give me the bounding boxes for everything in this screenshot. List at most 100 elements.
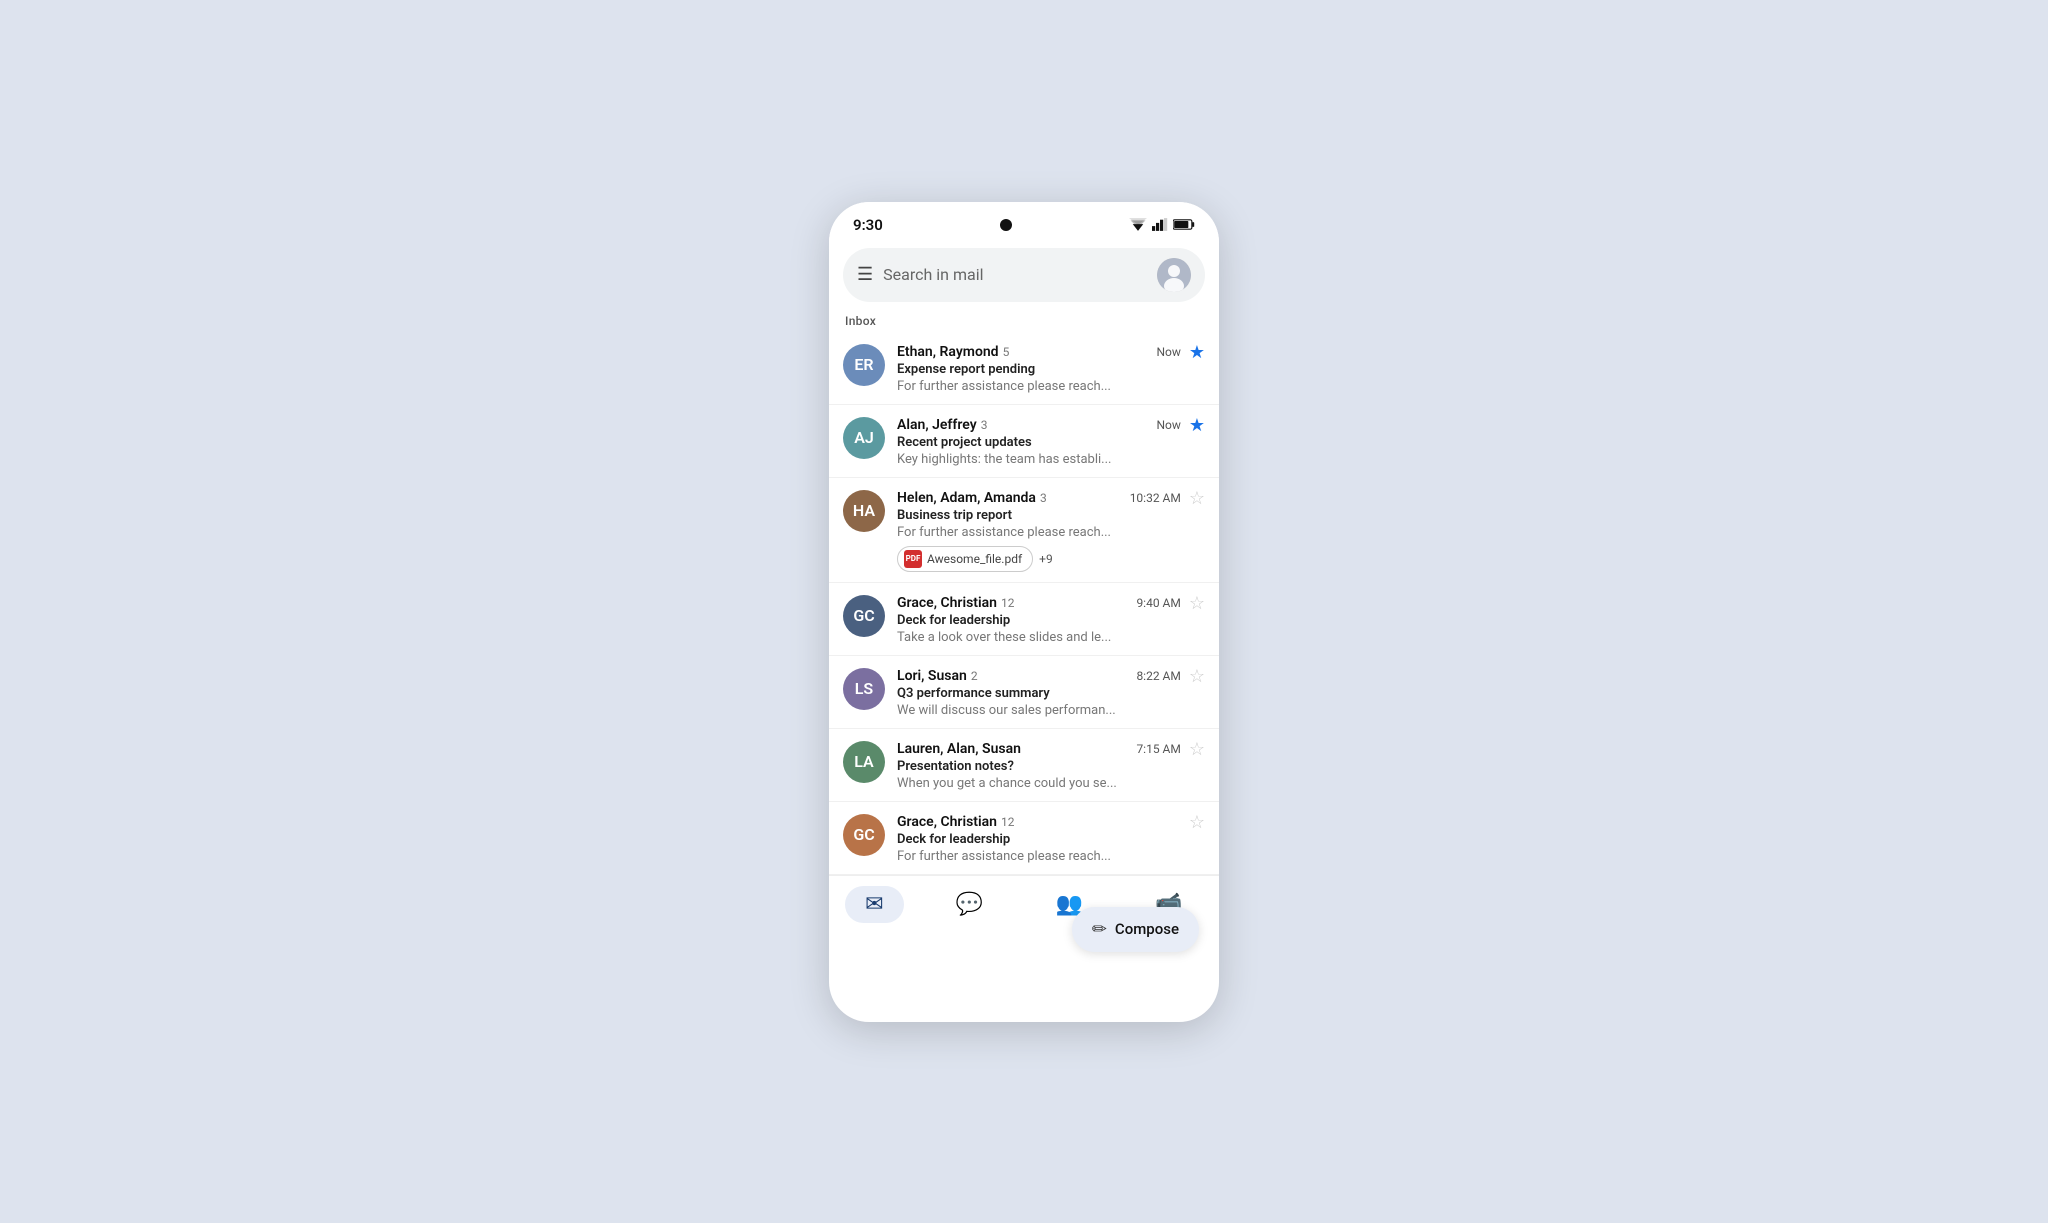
attachment-row: PDF Awesome_file.pdf +9 bbox=[897, 546, 1181, 572]
pencil-icon: ✏ bbox=[1092, 919, 1107, 940]
battery-icon bbox=[1173, 218, 1195, 231]
email-count: 12 bbox=[1001, 596, 1015, 610]
email-actions: ☆ bbox=[1189, 814, 1205, 832]
email-actions: ☆ bbox=[1189, 668, 1205, 686]
email-content: Lori, Susan2 8:22 AM Q3 performance summar… bbox=[897, 668, 1181, 718]
email-actions: ★ bbox=[1189, 344, 1205, 362]
email-item[interactable]: AJ Alan, Jeffrey3 Now Recent project update… bbox=[829, 405, 1219, 478]
email-header: Lori, Susan2 8:22 AM bbox=[897, 668, 1181, 684]
star-button[interactable]: ☆ bbox=[1189, 668, 1205, 686]
email-item[interactable]: GC Grace, Christian12 Deck for leadership F… bbox=[829, 802, 1219, 875]
pdf-icon: PDF bbox=[904, 550, 922, 568]
phone-frame: 9:30 ☰ Search bbox=[829, 202, 1219, 1022]
email-count: 2 bbox=[971, 669, 978, 683]
email-count: 3 bbox=[981, 418, 988, 432]
email-content: Helen, Adam, Amanda3 10:32 AM Business tri… bbox=[897, 490, 1181, 572]
camera-dot bbox=[1000, 219, 1012, 231]
email-subject: Recent project updates bbox=[897, 435, 1181, 450]
email-preview: Take a look over these slides and le... bbox=[897, 630, 1181, 645]
email-item[interactable]: LA Lauren, Alan, Susan 7:15 AM Presentation… bbox=[829, 729, 1219, 802]
star-button[interactable]: ★ bbox=[1189, 344, 1205, 362]
email-count: 3 bbox=[1040, 491, 1047, 505]
email-avatar: GC bbox=[843, 814, 885, 856]
email-sender: Lori, Susan2 bbox=[897, 668, 978, 684]
email-count: 5 bbox=[1003, 345, 1010, 359]
star-button[interactable]: ★ bbox=[1189, 417, 1205, 435]
email-header: Alan, Jeffrey3 Now bbox=[897, 417, 1181, 433]
attachment-chip[interactable]: PDF Awesome_file.pdf bbox=[897, 546, 1033, 572]
email-actions: ☆ bbox=[1189, 490, 1205, 508]
email-subject: Deck for leadership bbox=[897, 613, 1181, 628]
email-sender: Lauren, Alan, Susan bbox=[897, 741, 1021, 757]
nav-icon-chat: 💬 bbox=[956, 892, 983, 917]
compose-button[interactable]: ✏ Compose bbox=[1072, 907, 1199, 952]
email-content: Lauren, Alan, Susan 7:15 AM Presentation n… bbox=[897, 741, 1181, 791]
email-subject: Deck for leadership bbox=[897, 832, 1181, 847]
email-actions: ☆ bbox=[1189, 741, 1205, 759]
email-avatar: GC bbox=[843, 595, 885, 637]
email-item[interactable]: ER Ethan, Raymond5 Now Expense report pendi… bbox=[829, 332, 1219, 405]
star-button[interactable]: ☆ bbox=[1189, 595, 1205, 613]
signal-icon bbox=[1152, 218, 1168, 231]
email-subject: Presentation notes? bbox=[897, 759, 1181, 774]
email-avatar: LS bbox=[843, 668, 885, 710]
email-preview: When you get a chance could you se... bbox=[897, 776, 1181, 791]
email-time: 7:15 AM bbox=[1136, 742, 1180, 756]
star-button[interactable]: ☆ bbox=[1189, 490, 1205, 508]
email-content: Grace, Christian12 Deck for leadership For… bbox=[897, 814, 1181, 864]
email-sender: Alan, Jeffrey3 bbox=[897, 417, 987, 433]
email-actions: ☆ bbox=[1189, 595, 1205, 613]
nav-icon-mail: ✉ bbox=[865, 892, 883, 917]
status-bar: 9:30 bbox=[829, 202, 1219, 242]
email-time: Now bbox=[1156, 418, 1180, 432]
email-item[interactable]: LS Lori, Susan2 8:22 AM Q3 performance summ… bbox=[829, 656, 1219, 729]
email-preview: For further assistance please reach... bbox=[897, 849, 1181, 864]
star-button[interactable]: ☆ bbox=[1189, 741, 1205, 759]
menu-icon[interactable]: ☰ bbox=[857, 264, 873, 285]
email-subject: Business trip report bbox=[897, 508, 1181, 523]
status-time: 9:30 bbox=[853, 216, 883, 234]
email-preview: For further assistance please reach... bbox=[897, 525, 1181, 540]
attachment-name: Awesome_file.pdf bbox=[927, 552, 1022, 566]
email-avatar: ER bbox=[843, 344, 885, 386]
email-avatar: LA bbox=[843, 741, 885, 783]
email-header: Helen, Adam, Amanda3 10:32 AM bbox=[897, 490, 1181, 506]
email-actions: ★ bbox=[1189, 417, 1205, 435]
email-content: Alan, Jeffrey3 Now Recent project updates K… bbox=[897, 417, 1181, 467]
email-item[interactable]: GC Grace, Christian12 9:40 AM Deck for lead… bbox=[829, 583, 1219, 656]
email-time: 8:22 AM bbox=[1136, 669, 1180, 683]
email-subject: Expense report pending bbox=[897, 362, 1181, 377]
user-avatar[interactable] bbox=[1157, 258, 1191, 292]
email-time: 10:32 AM bbox=[1130, 491, 1181, 505]
email-content: Grace, Christian12 9:40 AM Deck for leader… bbox=[897, 595, 1181, 645]
email-avatar: AJ bbox=[843, 417, 885, 459]
email-subject: Q3 performance summary bbox=[897, 686, 1181, 701]
email-preview: Key highlights: the team has establi... bbox=[897, 452, 1181, 467]
email-preview: For further assistance please reach... bbox=[897, 379, 1181, 394]
search-bar[interactable]: ☰ Search in mail bbox=[843, 248, 1205, 302]
status-icons bbox=[1129, 218, 1195, 231]
email-avatar: HA bbox=[843, 490, 885, 532]
email-header: Ethan, Raymond5 Now bbox=[897, 344, 1181, 360]
nav-item-mail[interactable]: ✉ bbox=[845, 886, 903, 923]
email-sender: Helen, Adam, Amanda3 bbox=[897, 490, 1047, 506]
section-label: Inbox bbox=[829, 310, 1219, 332]
email-item[interactable]: HA Helen, Adam, Amanda3 10:32 AM Business t… bbox=[829, 478, 1219, 583]
nav-item-chat[interactable]: 💬 bbox=[936, 886, 1003, 923]
email-list: ER Ethan, Raymond5 Now Expense report pendi… bbox=[829, 332, 1219, 875]
email-sender: Grace, Christian12 bbox=[897, 814, 1014, 830]
email-count: 12 bbox=[1001, 815, 1015, 829]
email-preview: We will discuss our sales performan... bbox=[897, 703, 1181, 718]
email-sender: Ethan, Raymond5 bbox=[897, 344, 1009, 360]
email-content: Ethan, Raymond5 Now Expense report pending… bbox=[897, 344, 1181, 394]
email-sender: Grace, Christian12 bbox=[897, 595, 1014, 611]
email-time: Now bbox=[1156, 345, 1180, 359]
email-header: Grace, Christian12 bbox=[897, 814, 1181, 830]
compose-label: Compose bbox=[1115, 920, 1179, 938]
email-header: Lauren, Alan, Susan 7:15 AM bbox=[897, 741, 1181, 757]
search-placeholder: Search in mail bbox=[883, 265, 1147, 284]
wifi-icon bbox=[1129, 218, 1147, 231]
email-time: 9:40 AM bbox=[1136, 596, 1180, 610]
star-button[interactable]: ☆ bbox=[1189, 814, 1205, 832]
attachment-more: +9 bbox=[1039, 552, 1053, 566]
